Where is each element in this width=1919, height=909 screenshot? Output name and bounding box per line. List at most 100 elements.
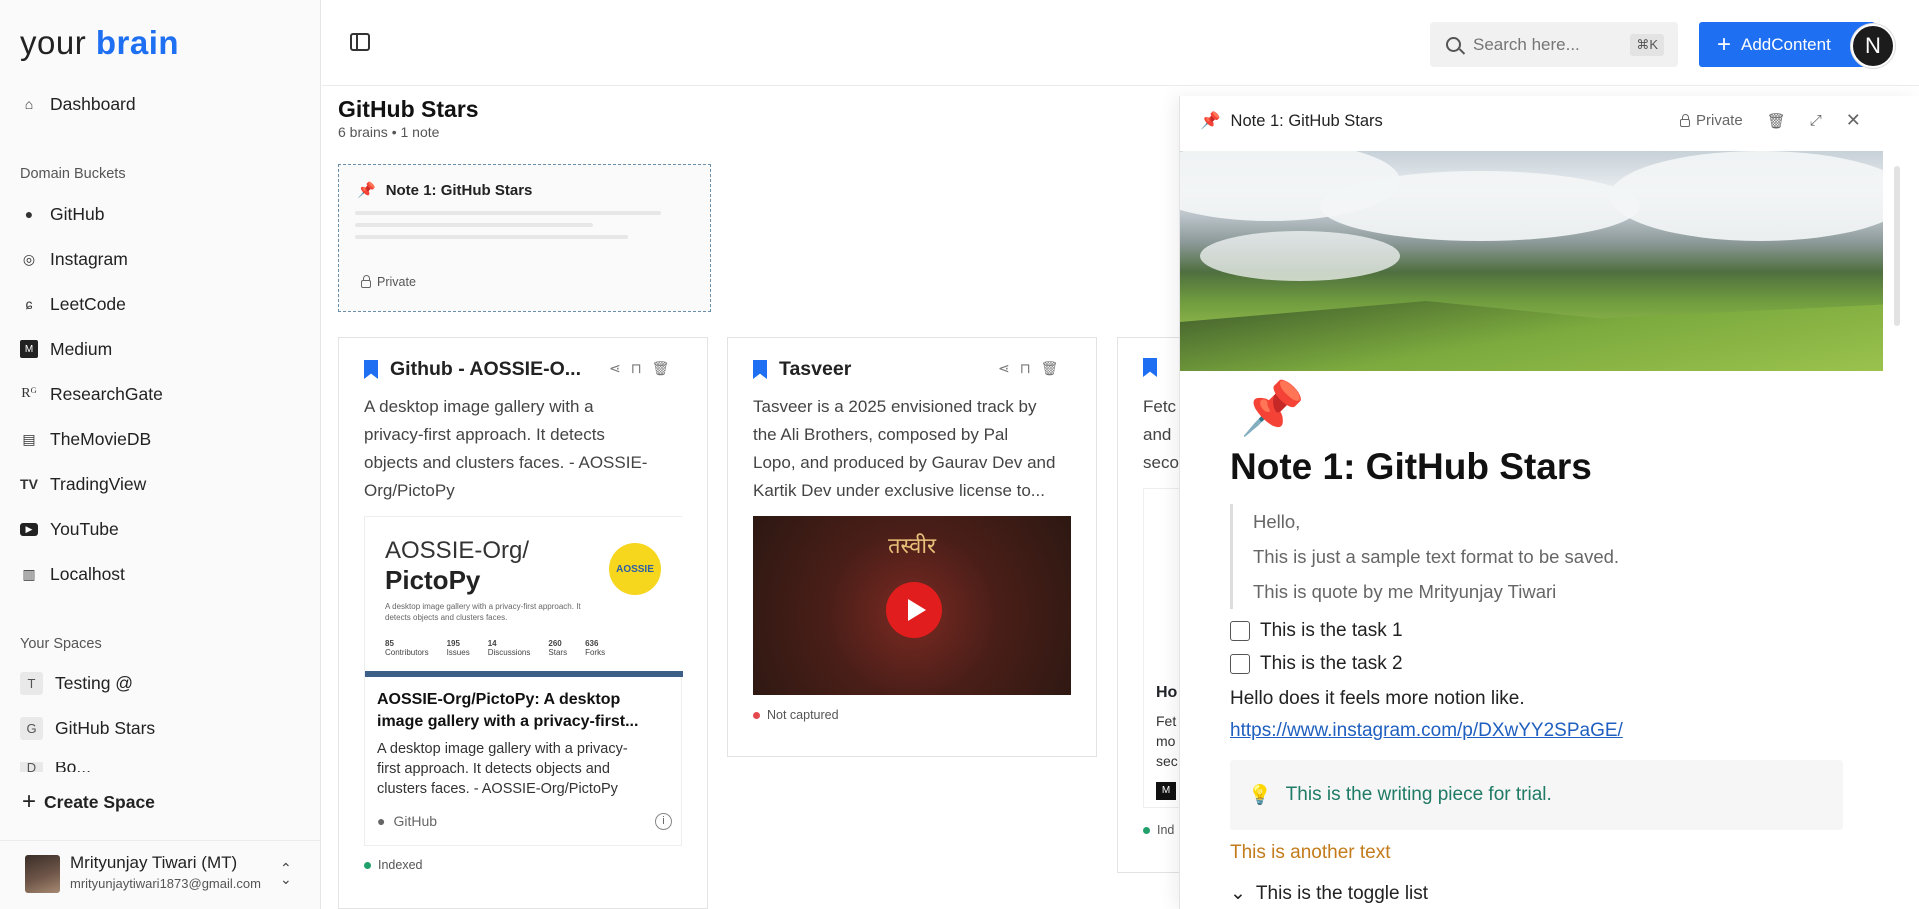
note-heading: Note 1: GitHub Stars (1230, 446, 1592, 487)
todo-item[interactable]: This is the task 2 (1230, 653, 1403, 675)
space-item[interactable]: G GitHub Stars (20, 717, 155, 740)
sidebar-item-themoviedb[interactable]: ▤ TheMovieDB (20, 425, 151, 453)
status-dot (364, 861, 371, 869)
note-card[interactable]: 📌 Note 1: GitHub Stars Private (338, 164, 711, 312)
space-item[interactable]: T Testing @ (20, 672, 133, 695)
user-email: mrityunjaytiwari1873@gmail.com (70, 876, 261, 891)
trash-icon[interactable]: 🗑 (652, 360, 670, 377)
add-content-button[interactable]: + AddContent (1699, 22, 1875, 67)
privacy-toggle[interactable]: Private (1680, 112, 1743, 129)
callout-block: 💡 This is the writing piece for trial. (1230, 760, 1843, 830)
skeleton-line (355, 235, 628, 239)
pushpin-icon: 📌 (357, 182, 376, 199)
link-title: AOSSIE-Org/PictoPy: A desktop image gall… (377, 691, 639, 730)
instagram-link[interactable]: https://www.instagram.com/p/DXwYY2SPaGE/ (1230, 720, 1623, 742)
your-spaces-label: Your Spaces (20, 636, 102, 652)
home-icon: ⌂ (24, 96, 34, 112)
note-detail-panel: 📌 Note 1: GitHub Stars Private 🗑 ⤢ ✕ 📌 N… (1179, 96, 1919, 909)
app-logo[interactable]: your brain (20, 24, 179, 62)
tmdb-icon: ▤ (22, 430, 36, 447)
trash-icon[interactable]: 🗑 (1041, 360, 1059, 377)
play-icon (907, 599, 926, 621)
pushpin-icon: 📌 (1200, 112, 1221, 130)
lightbulb-icon: 💡 (1248, 785, 1272, 806)
sidebar: your brain ⌂ Dashboard Domain Buckets ● … (0, 0, 321, 909)
lock-icon (1680, 113, 1690, 127)
user-menu[interactable]: Mrityunjay Tiwari (MT) mrityunjaytiwari1… (0, 840, 320, 909)
page-subtitle: 6 brains • 1 note (338, 124, 440, 140)
bookmark-outline-icon[interactable]: ⊓ (631, 360, 642, 377)
medium-icon: M (1156, 782, 1176, 800)
play-button[interactable] (886, 582, 942, 638)
leetcode-icon: ɕ (25, 296, 33, 312)
checkbox[interactable] (1230, 654, 1250, 674)
plus-icon: + (1717, 30, 1732, 58)
bookmark-icon (753, 360, 767, 379)
content-card-youtube[interactable]: Tasveer ⋖ ⊓ 🗑 Tasveer is a 2025 envision… (727, 337, 1097, 757)
instagram-icon: ◎ (22, 250, 36, 267)
status-dot (753, 711, 760, 719)
share-icon[interactable]: ⋖ (998, 360, 1010, 377)
panel-title: Note 1: GitHub Stars (1230, 112, 1383, 130)
plus-icon: + (22, 788, 37, 815)
page-title: GitHub Stars (338, 96, 479, 122)
sidebar-item-youtube[interactable]: ▶ YouTube (20, 515, 119, 543)
private-badge: Private (361, 275, 416, 289)
sidebar-item-dashboard[interactable]: ⌂ Dashboard (20, 90, 136, 118)
sidebar-item-medium[interactable]: M Medium (20, 335, 112, 363)
cover-image (1180, 151, 1883, 371)
search-icon (1446, 37, 1461, 52)
paragraph: Hello does it feels more notion like. (1230, 688, 1525, 709)
profile-avatar[interactable]: N (1851, 24, 1895, 68)
top-header: ⌘K + AddContent N (322, 0, 1919, 86)
bookmark-icon (364, 360, 378, 379)
youtube-icon: ▶ (20, 522, 38, 536)
user-name: Mrityunjay Tiwari (MT) (70, 853, 238, 872)
close-icon[interactable]: ✕ (1846, 110, 1861, 131)
sidebar-item-researchgate[interactable]: Rᴳ ResearchGate (20, 380, 163, 408)
chevron-down-icon[interactable]: ⌄ (1230, 882, 1246, 905)
info-icon[interactable]: i (655, 813, 672, 830)
sidebar-item-github[interactable]: ● GitHub (20, 200, 105, 228)
expand-icon[interactable]: ⤢ (1810, 112, 1822, 129)
trash-icon[interactable]: 🗑 (1767, 112, 1786, 130)
create-space-button[interactable]: + Create Space (22, 790, 155, 814)
sidebar-toggle-icon[interactable] (350, 33, 370, 51)
todo-item[interactable]: This is the task 1 (1230, 620, 1403, 642)
medium-icon: M (20, 340, 38, 358)
sidebar-item-leetcode[interactable]: ɕ LeetCode (20, 290, 126, 318)
status-badge: Not captured (753, 708, 839, 722)
status-badge: Indexed (364, 858, 422, 872)
link-preview[interactable]: AOSSIE-Org/ PictoPy AOSSIE A desktop ima… (364, 516, 683, 846)
domain-buckets-label: Domain Buckets (20, 166, 126, 182)
share-icon[interactable]: ⋖ (609, 360, 621, 377)
book-icon: ▥ (22, 565, 36, 582)
github-icon: ● (24, 206, 34, 222)
link-description: A desktop image gallery with a privacy- … (377, 741, 628, 797)
space-item[interactable]: D Bo... (20, 762, 91, 772)
toggle-list[interactable]: ⌄ This is the toggle list (1230, 882, 1428, 905)
sidebar-item-instagram[interactable]: ◎ Instagram (20, 245, 128, 273)
quote-block: Hello, This is just a sample text format… (1230, 504, 1619, 609)
shortcut-badge: ⌘K (1630, 33, 1664, 56)
search-input[interactable] (1473, 34, 1613, 55)
video-thumbnail[interactable]: तस्वीर (753, 516, 1071, 695)
tradingview-icon: TV (20, 476, 38, 492)
bookmark-icon (1143, 358, 1157, 377)
sidebar-item-tradingview[interactable]: TV TradingView (20, 470, 146, 498)
colored-text: This is another text (1230, 842, 1391, 863)
aossie-logo: AOSSIE (609, 543, 661, 595)
lock-icon (361, 275, 371, 288)
scrollbar[interactable] (1894, 166, 1900, 326)
researchgate-icon: Rᴳ (21, 386, 37, 401)
search-bar[interactable]: ⌘K (1430, 22, 1678, 67)
avatar (25, 855, 60, 893)
skeleton-line (355, 223, 593, 227)
github-icon: ● (377, 813, 386, 829)
status-badge: Ind (1143, 823, 1174, 837)
content-card-github[interactable]: Github - AOSSIE-O... ⋖ ⊓ 🗑 A desktop ima… (338, 337, 708, 909)
sidebar-item-localhost[interactable]: ▥ Localhost (20, 560, 125, 588)
bookmark-outline-icon[interactable]: ⊓ (1020, 360, 1031, 377)
checkbox[interactable] (1230, 621, 1250, 641)
chevron-up-down-icon[interactable]: ⌃ ⌄ (280, 861, 292, 886)
